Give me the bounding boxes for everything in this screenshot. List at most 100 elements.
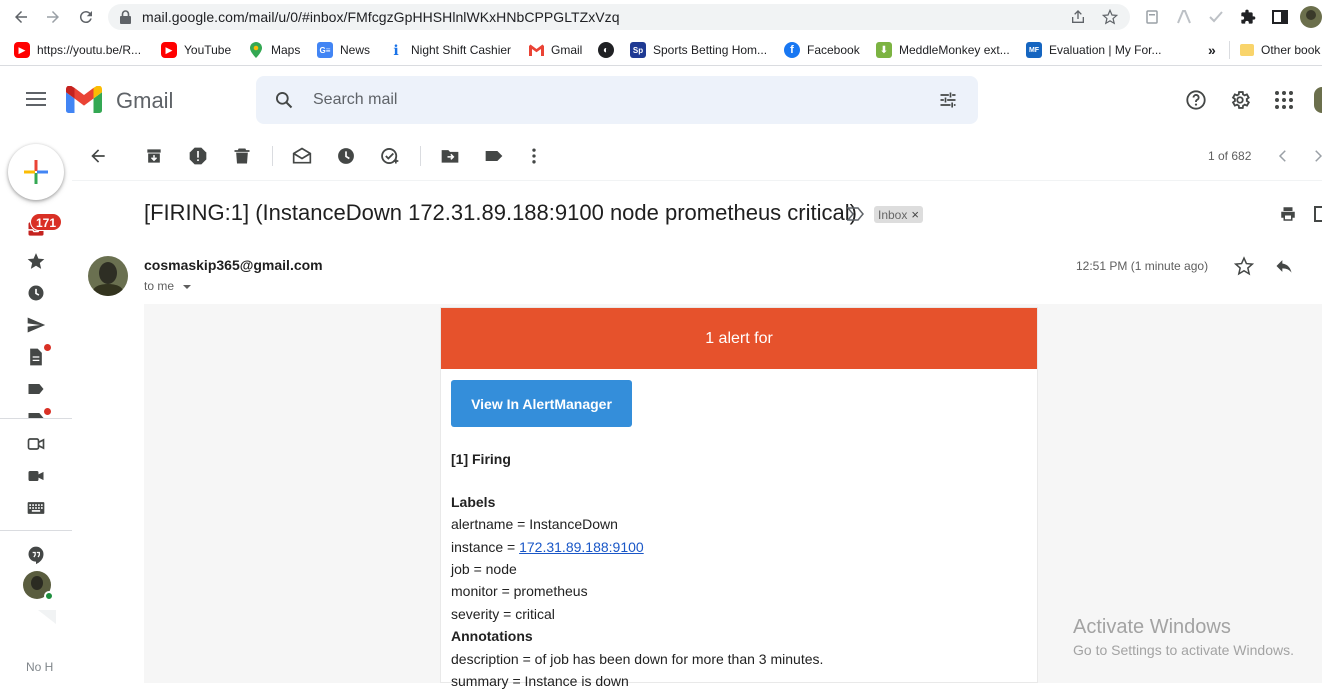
profile-avatar[interactable] <box>1300 6 1322 28</box>
bookmark-star-icon[interactable] <box>1102 9 1118 25</box>
label-monitor: monitor = prometheus <box>451 583 588 599</box>
mf-icon: MF <box>1026 42 1042 58</box>
compose-button[interactable] <box>8 144 64 200</box>
facebook-icon: f <box>784 42 800 58</box>
unread-count-badge: 171 <box>30 213 63 231</box>
search-options-icon[interactable] <box>938 90 958 110</box>
message-toolbar: 1 of 682 <box>72 131 1322 181</box>
recipient-dropdown-icon[interactable] <box>183 284 192 289</box>
gmail-logo-icon[interactable] <box>66 86 102 113</box>
newer-chevron-icon[interactable] <box>1274 147 1292 165</box>
remove-label-icon[interactable]: × <box>911 207 919 222</box>
label-alertname: alertname = InstanceDown <box>451 516 618 532</box>
drafts-icon[interactable] <box>26 347 46 367</box>
inbox-label-chip[interactable]: Inbox × <box>874 206 923 223</box>
print-icon[interactable] <box>1279 205 1297 223</box>
importance-marker-icon[interactable] <box>847 206 865 222</box>
add-to-tasks-icon[interactable] <box>380 146 400 166</box>
bookmark-maps[interactable]: Maps <box>248 41 300 59</box>
bookmark-globe[interactable]: ◐ <box>598 41 621 59</box>
more-bookmarks-chevron[interactable]: » <box>1208 41 1216 59</box>
meet-video-icon[interactable] <box>26 466 46 486</box>
recipient-details[interactable]: to me <box>144 279 192 293</box>
alert-banner: 1 alert for <box>441 308 1037 369</box>
snooze-icon[interactable] <box>336 146 356 166</box>
help-icon[interactable] <box>1185 89 1207 111</box>
bookmark-gmail[interactable]: Gmail <box>528 41 582 59</box>
star-message-icon[interactable] <box>1234 256 1254 276</box>
search-input[interactable]: Search mail <box>313 91 397 109</box>
maps-pin-icon <box>248 42 264 58</box>
reload-icon[interactable] <box>77 8 95 26</box>
apps-grid-icon[interactable] <box>1275 91 1293 109</box>
toolbar-divider <box>420 146 421 166</box>
bookmark-youtube[interactable]: ▶ YouTube <box>161 41 231 59</box>
toolbar-divider <box>272 146 273 166</box>
starred-icon[interactable] <box>26 251 46 271</box>
bookmark-facebook[interactable]: f Facebook <box>784 41 860 59</box>
forward-arrow-icon[interactable] <box>44 8 62 26</box>
extension-a-icon[interactable] <box>1176 9 1192 25</box>
label-icon[interactable] <box>26 379 46 399</box>
older-chevron-icon[interactable] <box>1314 147 1322 165</box>
share-icon[interactable] <box>1070 9 1086 25</box>
bookmark-night-shift-cashier[interactable]: ℹ Night Shift Cashier <box>388 41 511 59</box>
address-bar[interactable]: mail.google.com/mail/u/0/#inbox/FMfcgzGp… <box>108 4 1130 30</box>
bookmark-label: Maps <box>271 43 301 57</box>
bookmark-meddlemonkey[interactable]: ⬇ MeddleMonkey ext... <box>876 41 1010 59</box>
bookmark-label: YouTube <box>184 43 232 57</box>
news-icon: G≡ <box>317 42 333 58</box>
labels-icon[interactable] <box>484 146 504 166</box>
report-spam-icon[interactable] <box>188 146 208 166</box>
search-bar[interactable]: Search mail <box>256 76 978 124</box>
back-arrow-icon[interactable] <box>12 8 30 26</box>
main-menu-icon[interactable] <box>26 91 46 107</box>
back-to-inbox-icon[interactable] <box>88 146 108 166</box>
bookmark-label: News <box>340 43 371 57</box>
url-text: mail.google.com/mail/u/0/#inbox/FMfcgzGp… <box>142 9 620 25</box>
left-rail: 171 No H <box>0 131 72 683</box>
compose-plus-icon <box>24 160 48 184</box>
label-job: job = node <box>451 561 517 577</box>
message-time: 12:51 PM (1 minute ago) <box>1076 259 1209 273</box>
delete-icon[interactable] <box>232 146 252 166</box>
snoozed-clock-icon[interactable] <box>26 283 46 303</box>
sender-avatar[interactable] <box>88 256 128 296</box>
instance-link[interactable]: 172.31.89.188:9100 <box>519 539 644 555</box>
search-icon[interactable] <box>274 90 294 110</box>
annotations-heading: Annotations <box>451 628 533 644</box>
move-to-icon[interactable] <box>440 146 460 166</box>
sent-icon[interactable] <box>26 315 46 335</box>
open-new-window-icon[interactable] <box>1314 205 1322 223</box>
extension-check-icon[interactable] <box>1208 9 1224 25</box>
archive-icon[interactable] <box>144 146 164 166</box>
label-instance: instance = 172.31.89.188:9100 <box>451 539 644 555</box>
bookmark-sports-betting[interactable]: Sp Sports Betting Hom... <box>630 41 767 59</box>
rail-fold-corner <box>38 610 56 624</box>
sender-email[interactable]: cosmaskip365@gmail.com <box>144 257 323 273</box>
extension-doc-icon[interactable] <box>1144 9 1160 25</box>
drafts-dot <box>44 344 51 351</box>
other-bookmarks[interactable]: Other book <box>1240 41 1320 59</box>
more-options-icon[interactable] <box>524 146 544 166</box>
lock-icon <box>120 10 131 24</box>
view-in-alertmanager-button[interactable]: View In AlertManager <box>451 380 632 427</box>
keyboard-icon[interactable] <box>26 498 46 518</box>
meet-new-icon[interactable] <box>26 434 46 454</box>
annotation-description: description = of job has been down for m… <box>451 651 824 667</box>
mark-unread-icon[interactable] <box>292 146 312 166</box>
info-icon: ℹ <box>388 42 404 58</box>
account-avatar[interactable] <box>1314 87 1322 113</box>
settings-gear-icon[interactable] <box>1229 89 1251 111</box>
bookmark-evaluation[interactable]: MF Evaluation | My For... <box>1026 41 1162 59</box>
reply-icon[interactable] <box>1274 256 1294 276</box>
folder-icon <box>1240 44 1254 56</box>
hangouts-icon[interactable] <box>26 545 46 565</box>
download-icon: ⬇ <box>876 42 892 58</box>
bookmark-youtu-be[interactable]: ▶ https://youtu.be/R... <box>14 41 141 59</box>
side-panel-icon[interactable] <box>1272 9 1288 25</box>
alert-email-card: 1 alert for View In AlertManager [1] Fir… <box>440 307 1038 689</box>
bookmark-news[interactable]: G≡ News <box>317 41 370 59</box>
label-dot <box>44 408 51 415</box>
puzzle-extensions-icon[interactable] <box>1240 9 1256 25</box>
